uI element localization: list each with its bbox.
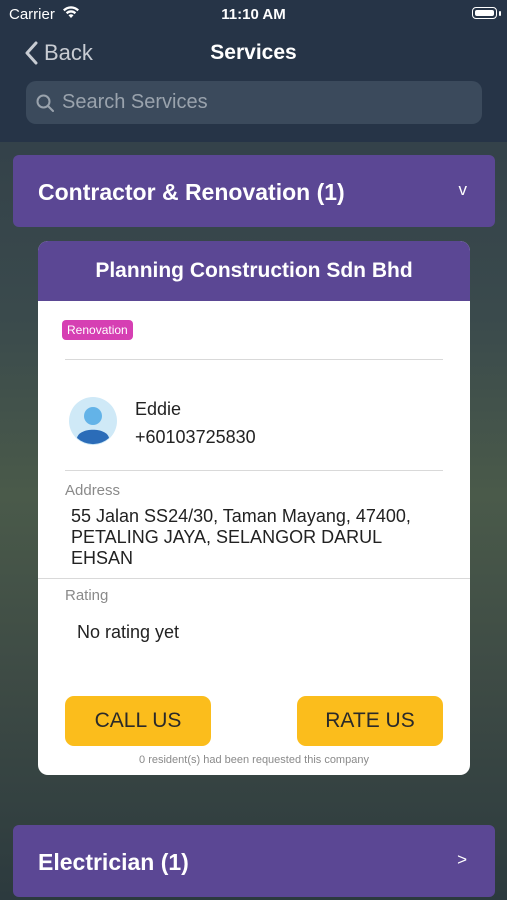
call-us-button[interactable]: CALL US: [65, 696, 211, 746]
company-name: Planning Construction Sdn Bhd: [38, 241, 470, 301]
status-time: 11:10 AM: [221, 6, 286, 23]
divider: [65, 470, 443, 471]
divider: [38, 578, 470, 579]
search-bar[interactable]: [26, 81, 482, 124]
category-contractor-renovation[interactable]: Contractor & Renovation (1) v: [13, 155, 495, 227]
chevron-down-icon: v: [458, 180, 468, 199]
request-count-note: 0 resident(s) had been requested this co…: [139, 754, 369, 766]
divider: [65, 359, 443, 360]
category-label: Contractor & Renovation (1): [38, 179, 345, 205]
contact-name: Eddie: [135, 399, 182, 419]
chevron-right-icon: >: [457, 850, 467, 869]
category-electrician[interactable]: Electrician (1) >: [13, 825, 495, 897]
service-tag: Renovation: [62, 320, 133, 340]
address-label: Address: [65, 482, 121, 499]
address-line: 55 Jalan SS24/30, Taman Mayang, 47400,: [71, 506, 411, 526]
rating-label: Rating: [65, 587, 109, 604]
top-bar: Carrier 11:10 AM Back Services: [0, 0, 507, 142]
avatar-icon: [69, 397, 117, 445]
address-text: 55 Jalan SS24/30, Taman Mayang, 47400, P…: [71, 506, 451, 569]
rating-value: No rating yet: [77, 622, 180, 642]
rate-us-button[interactable]: RATE US: [297, 696, 443, 746]
service-card: Planning Construction Sdn Bhd Renovation…: [38, 241, 470, 775]
search-icon: [36, 94, 54, 112]
category-label: Electrician (1): [38, 849, 189, 875]
address-line: EHSAN: [71, 548, 134, 568]
address-line: PETALING JAYA, SELANGOR DARUL: [71, 527, 383, 547]
page-title: Services: [210, 41, 297, 64]
battery-nub: [499, 11, 501, 16]
search-input[interactable]: [62, 91, 462, 114]
battery-icon: [472, 7, 497, 19]
contact-phone: +60103725830: [135, 427, 256, 447]
status-bar: Carrier 11:10 AM: [0, 0, 507, 28]
